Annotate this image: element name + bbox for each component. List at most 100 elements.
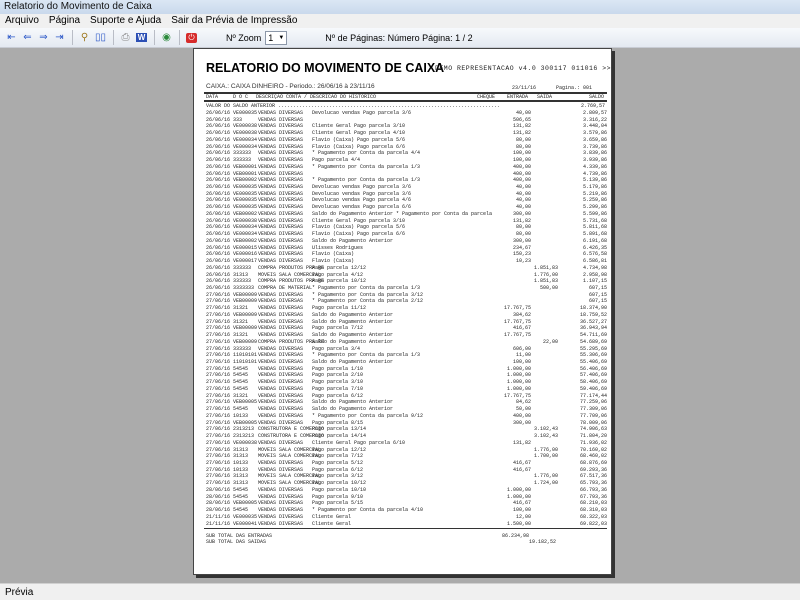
cell-doc: 10133: [233, 466, 249, 473]
cell-history: * Pagamento por Conta da parcela 4/10: [312, 507, 424, 514]
table-row: 26/06/16 VE000038 VENDAS DIVERSAS Cliente G…: [194, 130, 613, 137]
cell-saldo: 78.009,06: [579, 419, 607, 426]
cell-account: VENDAS DIVERSAS: [258, 406, 304, 413]
menu-arquivo[interactable]: Arquivo: [5, 15, 39, 27]
status-bar: Prévia: [0, 583, 800, 600]
report-page: RELATORIO DO MOVIMENTO DE CAIXA DEMO REP…: [193, 48, 612, 575]
cell-history: Pago parcela 10/12: [312, 480, 367, 487]
book-icon[interactable]: ▯▯: [93, 30, 108, 45]
cell-saida: 1.724,00: [533, 480, 558, 487]
cell-saldo: 65.793,36: [579, 480, 607, 487]
cell-history: Flavio (Caixa) Pago parcela 6/6: [312, 231, 406, 238]
cell-saldo: 2.809,57: [582, 110, 607, 116]
cell-date: 26/06/16: [206, 258, 231, 265]
last-page-icon[interactable]: ⇥: [52, 30, 67, 45]
cell-doc: 31321: [233, 305, 249, 312]
table-row: 21/11/16 VE000035 VENDAS DIVERSAS Cliente G…: [194, 514, 613, 521]
toolbar: ⇤ ⇐ ⇒ ⇥ ⚲ ▯▯ ⎙ W ◉ ⏻ Nº Zoom 1 ▼ Nº de Pá…: [0, 28, 800, 48]
cell-saldo: 5.179,86: [582, 184, 607, 191]
cell-date: 26/06/16: [206, 136, 231, 143]
cell-saldo: 66.793,36: [579, 486, 607, 493]
cell-account: VENDAS DIVERSAS: [258, 379, 304, 386]
cell-date: 26/06/16: [206, 284, 231, 291]
cell-date: 26/06/16: [206, 150, 231, 157]
cell-date: 28/06/16: [206, 486, 231, 493]
cell-entrada: 400,00: [512, 163, 531, 170]
zoom-select[interactable]: 1 ▼: [265, 30, 288, 45]
cell-entrada: 80,00: [515, 231, 531, 238]
first-page-icon[interactable]: ⇤: [4, 30, 19, 45]
cell-date: 27/06/16: [206, 359, 231, 365]
cell-account: VENDAS DIVERSAS: [258, 318, 304, 325]
cell-date: 26/06/16: [206, 190, 231, 197]
cell-account: VENDAS DIVERSAS: [258, 439, 304, 446]
cell-doc: VEB00001: [233, 170, 258, 177]
cell-account: VENDAS DIVERSAS: [258, 291, 304, 298]
cell-saldo: 5.811,68: [582, 224, 607, 231]
cell-saida: 1.776,00: [533, 473, 558, 480]
cell-account: VENDAS DIVERSAS: [258, 493, 304, 500]
cell-doc: VE000017: [233, 258, 258, 265]
cell-account: VENDAS DIVERSAS: [258, 325, 304, 332]
cell-saldo: 74.906,63: [579, 426, 607, 433]
previous-page-icon[interactable]: ⇐: [20, 30, 35, 45]
demo-label: DEMO REPRESENTACAO v4.0 300117 011016 >>: [435, 65, 612, 72]
cell-account: VENDAS DIVERSAS: [258, 513, 304, 520]
cell-account: VENDAS DIVERSAS: [258, 197, 304, 204]
cell-entrada: 300,00: [512, 237, 531, 244]
cell-history: Pago parcela 1/10: [312, 365, 364, 372]
globe-icon[interactable]: ◉: [159, 30, 174, 45]
power-icon[interactable]: ⏻: [184, 30, 199, 45]
cell-saldo: 3.939,86: [582, 157, 607, 164]
cell-saldo: 6.191,68: [582, 237, 607, 244]
table-row: 26/06/16 VEB00002 VENDAS DIVERSAS * Pagamen…: [194, 177, 613, 184]
print-icon[interactable]: ⎙: [118, 30, 133, 45]
menu-sair-previa[interactable]: Sair da Prévia de Impressão: [171, 15, 297, 27]
table-row: 27/06/16 2313213 CONSTRUTORA E COMERCIO Pag…: [194, 426, 613, 433]
cell-date: 26/06/16: [206, 197, 231, 204]
word-export-icon[interactable]: W: [134, 30, 149, 45]
cell-account: VENDAS DIVERSAS: [258, 311, 304, 318]
cell-entrada: 40,00: [515, 197, 531, 204]
cell-doc: VE000038: [233, 439, 258, 446]
cell-saldo: 3.839,86: [582, 150, 607, 157]
cell-date: 28/06/16: [206, 493, 231, 500]
menu-suporte-ajuda[interactable]: Suporte e Ajuda: [90, 15, 161, 27]
cell-saldo: 5.599,86: [582, 210, 607, 217]
cell-entrada: 131,82: [512, 130, 531, 137]
table-row: 26/06/16 VE000035 VENDAS DIVERSAS Devolucao…: [194, 184, 613, 191]
cell-account: VENDAS DIVERSAS: [258, 385, 304, 392]
cell-account: VENDAS DIVERSAS: [258, 157, 304, 164]
menu-pagina[interactable]: Página: [49, 15, 80, 27]
table-row: 26/06/16 VE000017 VENDAS DIVERSAS Flavio (C…: [194, 258, 613, 265]
cell-history: Cliente Geral Pago parcela 6/10: [312, 439, 406, 446]
cell-date: 27/06/16: [206, 453, 231, 460]
table-row: 26/06/16 VE000038 VENDAS DIVERSAS Cliente G…: [194, 218, 613, 225]
cell-entrada: 131,82: [512, 439, 531, 446]
cell-saldo: 77.309,06: [579, 406, 607, 413]
table-row: 27/06/16 10133 VENDAS DIVERSAS Pago parcela…: [194, 467, 613, 474]
cell-entrada: 1.000,00: [506, 372, 531, 379]
cell-history: Flavio (Caixa): [312, 251, 355, 258]
cell-saldo: 18.374,90: [579, 305, 607, 312]
preview-area[interactable]: RELATORIO DO MOVIMENTO DE CAIXA DEMO REP…: [0, 48, 800, 583]
search-icon[interactable]: ⚲: [77, 30, 92, 45]
cell-date: 21/11/16: [206, 513, 231, 520]
cell-entrada: 416,67: [512, 325, 531, 332]
cell-doc: VE000035: [233, 197, 258, 204]
cell-doc: VE000035: [233, 110, 258, 116]
cell-date: 21/11/16: [206, 520, 231, 527]
divider: [204, 528, 607, 530]
cell-saldo: 55.406,69: [579, 359, 607, 365]
table-row: 27/06/16 11010101 VENDAS DIVERSAS * Pagamen…: [194, 352, 613, 359]
cell-saldo: 607,15: [588, 284, 607, 291]
cell-entrada: 17.767,75: [503, 318, 531, 325]
cell-date: 27/06/16: [206, 419, 231, 426]
cell-date: 28/06/16: [206, 507, 231, 514]
cell-doc: 333333: [233, 150, 252, 157]
cell-doc: 333333: [233, 278, 252, 285]
cell-date: 26/06/16: [206, 110, 231, 116]
table-row: 27/06/16 31321 VENDAS DIVERSAS Pago parcela…: [194, 393, 613, 400]
table-row: 26/06/16 VE000016 VENDAS DIVERSAS Flavio (C…: [194, 251, 613, 258]
next-page-icon[interactable]: ⇒: [36, 30, 51, 45]
